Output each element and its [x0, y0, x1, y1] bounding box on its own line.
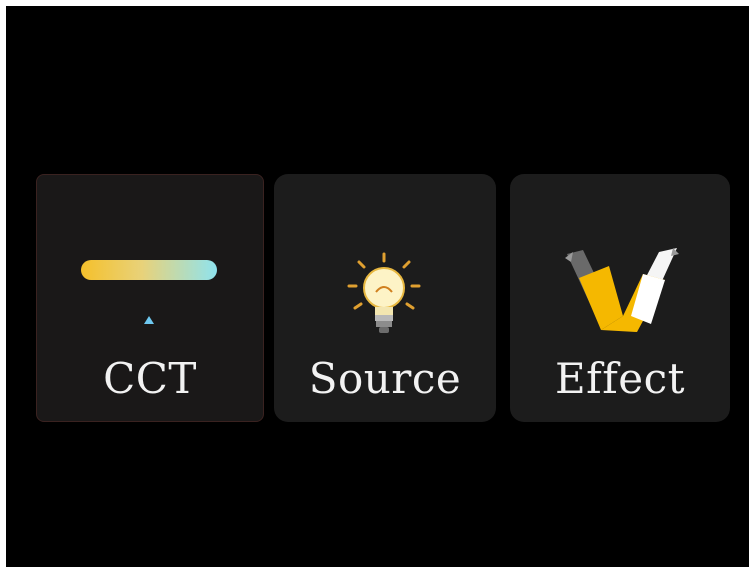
effect-label: Effect [554, 354, 685, 403]
effect-icon [565, 248, 679, 332]
cct-label: CCT [103, 354, 197, 403]
cct-gradient-icon [81, 260, 217, 324]
source-label: Source [308, 354, 462, 403]
lightbulb-icon [347, 252, 421, 333]
screen: CCT Source Effect [6, 6, 749, 567]
